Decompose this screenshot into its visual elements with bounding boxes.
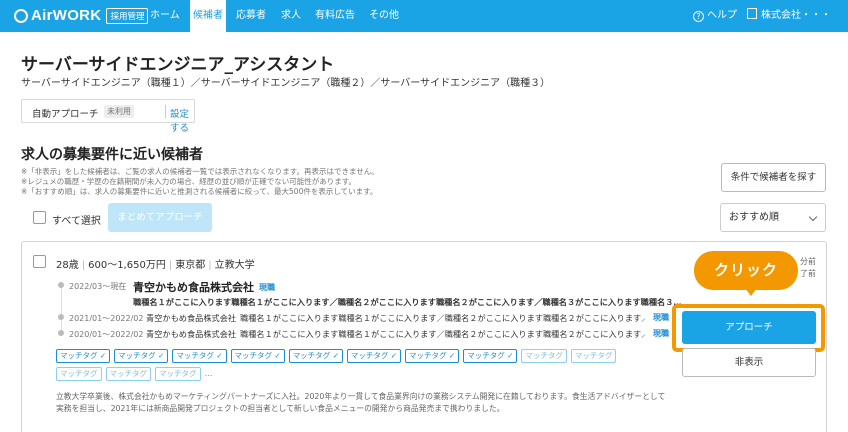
help-link[interactable]: ? ヘルプ [693,0,737,32]
chevron-down-icon [808,212,818,222]
logo-badge: 採用管理 [106,7,149,24]
search-by-conditions-button[interactable]: 条件で候補者を探す [721,163,826,192]
help-icon: ? [693,11,704,22]
candidate-salary: 600〜1,650万円 [88,260,166,271]
logo-text: AirWORK [31,7,102,24]
tag: マッチタグ [56,367,102,381]
career-company: 青空かもめ食品株式会社 [146,329,237,339]
career-badge: 現職 [653,329,669,338]
match-tag: マッチタグ ✓ [288,349,343,363]
more-tags: … [204,369,213,378]
highlight-frame [672,304,825,352]
divider [165,105,166,118]
top-nav: AirWORK 採用管理 ホーム 候補者 応募者 求人 有料広告 その他 ? ヘル… [0,0,848,32]
timeline-dot [58,314,64,320]
match-tag: マッチタグ ✓ [56,349,111,363]
candidate-location: 東京都 [175,260,206,271]
candidate-age: 28歳 [56,260,79,271]
last-update-fragment: 了前 [800,269,816,278]
auto-approach-box: 自動アプローチ 未利用 設定する [21,99,195,134]
career-job: 職種名１がここに入ります職種名１がここに入ります／職種名２がここに入ります職種名… [240,313,645,323]
timeline-dot [58,282,64,288]
auto-approach-settings-link[interactable]: 設定する [170,106,194,134]
logo[interactable]: AirWORK 採用管理 [14,7,149,24]
candidate-school: 立教大学 [214,260,255,271]
career-badge: 現職 [653,313,669,322]
candidate-checkbox[interactable] [33,255,46,268]
match-tag: マッチタグ ✓ [114,349,169,363]
section-title: 求人の募集要件に近い候補者 [21,147,203,163]
note-recommend: ※「おすすめ順」は、求人の募集要件に近いと推測される候補者に絞って、最大500件… [21,187,378,196]
job-categories: サーバーサイドエンジニア（職種１）／サーバーサイドエンジニア（職種２）／サーバー… [21,78,551,89]
tab-other[interactable]: その他 [367,0,401,32]
match-tag: マッチタグ ✓ [172,349,227,363]
career-period: 2021/01〜2022/02 [69,314,144,323]
tab-home[interactable]: ホーム [148,0,182,32]
sort-value: おすすめ順 [729,212,779,223]
company-label: 株式会社・・・ [761,10,831,21]
career-period-current: 2022/03〜現在 [69,282,127,291]
tab-candidates[interactable]: 候補者 [190,0,226,32]
current-job: 職種名１がここに入ります職種名１がここに入ります／職種名２がここに入ります職種名… [133,297,682,307]
select-all-label[interactable]: すべて選択 [52,212,101,227]
sort-select[interactable]: おすすめ順 [720,203,826,232]
tag: マッチタグ [570,349,617,363]
tag: マッチタグ [155,367,201,381]
help-label: ヘルプ [707,10,737,21]
logo-icon [14,8,28,23]
career-company: 青空かもめ食品株式会社 [146,313,237,323]
tab-jobs[interactable]: 求人 [279,0,303,32]
self-pr-text: 立教大学卒業後、株式会社かもめマーケティングパートナーズに入社。2020年より一… [56,392,666,413]
match-tag: マッチタグ ✓ [346,349,402,363]
callout-tail [745,288,757,296]
career-period: 2020/01〜2022/02 [69,330,144,339]
career-job: 職種名１がここに入ります職種名１がここに入ります／職種名２がここに入ります職種名… [240,329,645,339]
current-badge: 現職 [259,283,275,292]
tab-applicants[interactable]: 応募者 [234,0,268,32]
current-company: 青空かもめ食品株式会社 [133,281,254,294]
bulk-approach-button[interactable]: まとめてアプローチ [108,203,212,232]
match-tag: マッチタグ ✓ [405,349,460,363]
tab-paid-ads[interactable]: 有料広告 [313,0,357,32]
select-all-checkbox[interactable] [33,211,46,224]
building-icon [747,8,757,19]
tag: マッチタグ [521,349,567,363]
match-tag: マッチタグ ✓ [463,349,518,363]
match-tags: マッチタグ ✓ マッチタグ ✓ マッチタグ ✓ マッチタグ ✓ マッチタグ ✓ … [56,349,656,381]
auto-approach-status: 未利用 [104,105,134,118]
timeline-dot [58,330,64,336]
tag: マッチタグ [105,367,151,381]
last-login-fragment: 分前 [800,257,816,266]
hide-button[interactable]: 非表示 [682,348,816,377]
page-title: サーバーサイドエンジニア_アシスタント [21,55,335,75]
candidate-summary: 28歳 | 600〜1,650万円 | 東京都 | 立教大学 [56,260,255,271]
timeline-line [61,287,62,335]
click-callout: クリック [694,251,798,290]
auto-approach-label: 自動アプローチ [32,109,99,120]
match-tag: マッチタグ ✓ [230,349,285,363]
company-menu[interactable]: 株式会社・・・ [747,0,831,32]
